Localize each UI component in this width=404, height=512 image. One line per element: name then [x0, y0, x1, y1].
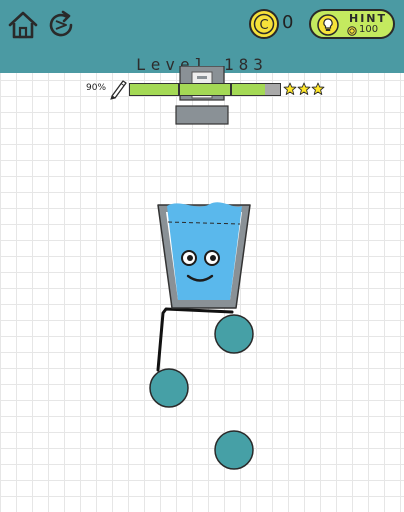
ball	[214, 430, 254, 470]
ink-progress-bar	[129, 83, 281, 96]
lightbulb-icon	[317, 14, 339, 36]
coin-icon: C	[248, 8, 280, 40]
fill-line	[167, 221, 241, 225]
star-rating	[283, 82, 325, 96]
star-icon	[283, 82, 297, 95]
pencil-icon	[110, 80, 127, 100]
star-threshold-marker	[230, 84, 232, 95]
water-glass	[157, 202, 251, 309]
coin-small-icon	[347, 26, 357, 36]
star-icon	[311, 82, 325, 95]
percent-label: 90%	[86, 83, 107, 93]
star-icon	[297, 82, 311, 95]
hint-cost: 100	[359, 24, 379, 35]
ball	[149, 368, 189, 408]
star-threshold-marker	[178, 84, 180, 95]
coin-count: 0	[282, 12, 294, 33]
hint-button[interactable]: HINT 100	[309, 9, 395, 39]
coin-symbol: C	[259, 18, 268, 33]
water-fill	[167, 202, 242, 300]
home-button[interactable]	[6, 8, 40, 42]
ink-progress-fill	[130, 84, 265, 95]
home-icon	[8, 11, 38, 39]
restart-icon	[49, 10, 73, 37]
drawn-line	[156, 307, 234, 372]
water-faucet	[175, 66, 229, 125]
restart-button[interactable]	[44, 8, 78, 42]
smiley-face	[181, 250, 220, 282]
ball	[214, 314, 254, 354]
